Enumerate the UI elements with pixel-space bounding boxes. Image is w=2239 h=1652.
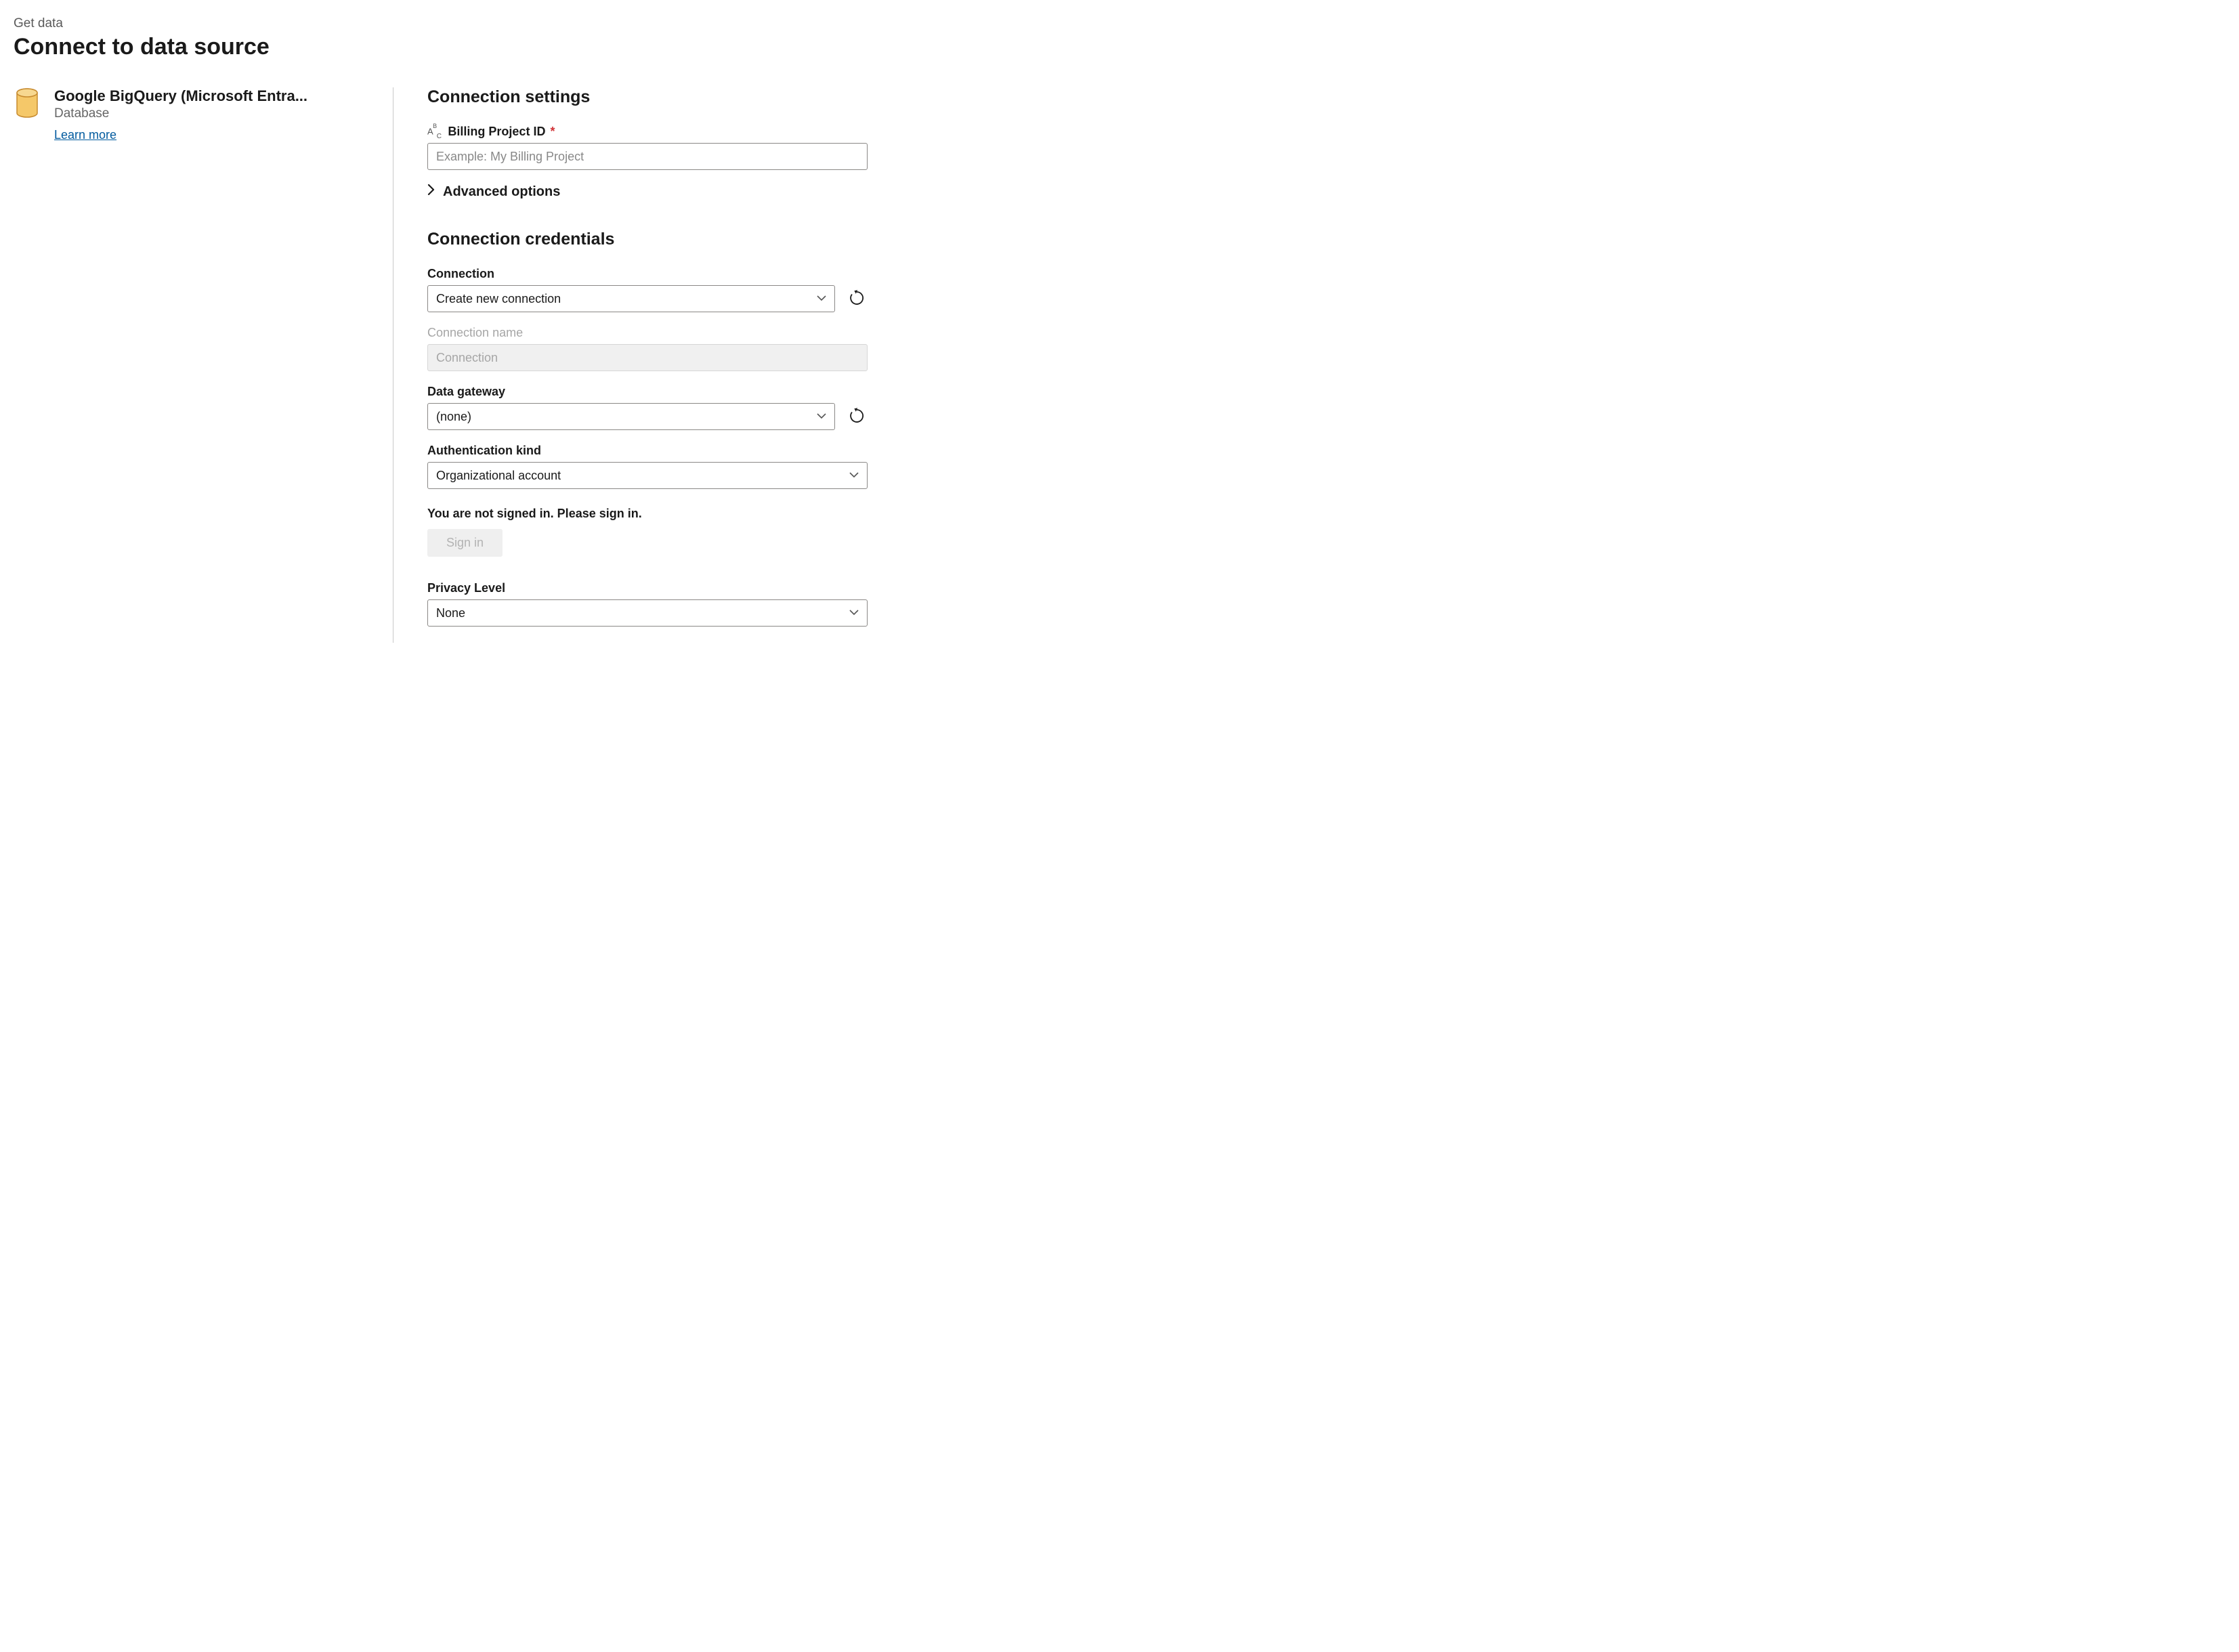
signin-message: You are not signed in. Please sign in. xyxy=(427,507,868,521)
data-gateway-field: Data gateway (none) xyxy=(427,385,868,430)
privacy-level-select[interactable]: None xyxy=(427,599,868,627)
connection-field: Connection Create new connection xyxy=(427,267,868,312)
advanced-options-toggle[interactable]: Advanced options xyxy=(427,184,868,200)
data-gateway-label: Data gateway xyxy=(427,385,868,399)
connection-credentials-heading: Connection credentials xyxy=(427,230,868,249)
form-panel: Connection settings ABC Billing Project … xyxy=(393,87,881,643)
connection-label: Connection xyxy=(427,267,868,281)
connection-name-label: Connection name xyxy=(427,326,868,340)
billing-label-text: Billing Project ID xyxy=(448,125,545,138)
connector-panel: Google BigQuery (Microsoft Entra... Data… xyxy=(14,87,393,643)
connector-category: Database xyxy=(54,106,366,121)
connection-name-field: Connection name xyxy=(427,326,868,371)
chevron-right-icon xyxy=(427,184,435,200)
text-type-icon: ABC xyxy=(427,125,441,139)
database-icon xyxy=(14,87,41,122)
refresh-connection-button[interactable] xyxy=(846,288,868,310)
connection-settings-heading: Connection settings xyxy=(427,87,868,107)
page-subtitle: Get data xyxy=(14,16,2225,31)
privacy-level-label: Privacy Level xyxy=(427,581,868,595)
billing-project-field: ABC Billing Project ID * xyxy=(427,125,868,170)
connection-select[interactable]: Create new connection xyxy=(427,285,835,312)
privacy-level-field: Privacy Level None xyxy=(427,581,868,627)
refresh-icon xyxy=(849,290,865,308)
learn-more-link[interactable]: Learn more xyxy=(54,128,116,142)
page-title: Connect to data source xyxy=(14,34,2225,60)
connector-title: Google BigQuery (Microsoft Entra... xyxy=(54,87,366,105)
advanced-options-label: Advanced options xyxy=(443,184,560,200)
connection-name-input xyxy=(427,344,868,371)
signin-button[interactable]: Sign in xyxy=(427,529,503,557)
required-asterisk: * xyxy=(550,125,555,138)
main-area: Google BigQuery (Microsoft Entra... Data… xyxy=(14,87,2225,643)
auth-kind-field: Authentication kind Organizational accou… xyxy=(427,444,868,489)
billing-project-label: ABC Billing Project ID * xyxy=(427,125,868,139)
data-gateway-select[interactable]: (none) xyxy=(427,403,835,430)
billing-project-input[interactable] xyxy=(427,143,868,170)
auth-kind-label: Authentication kind xyxy=(427,444,868,458)
refresh-gateway-button[interactable] xyxy=(846,406,868,427)
auth-kind-select[interactable]: Organizational account xyxy=(427,462,868,489)
refresh-icon xyxy=(849,408,865,426)
